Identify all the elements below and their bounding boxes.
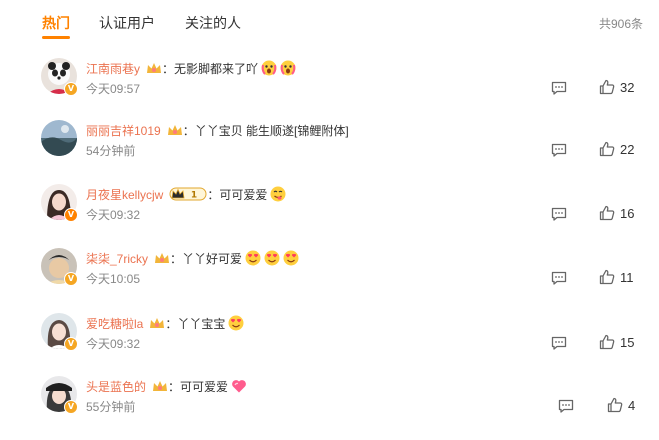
like-button[interactable]: 15: [599, 333, 634, 351]
comment-item: V 头是蓝色的 ：可可爱爱 55分钟前 4: [0, 376, 659, 440]
comment-time: 今天09:57: [86, 82, 141, 96]
comment-time: 今天09:32: [86, 208, 141, 222]
avatar[interactable]: V: [41, 184, 78, 222]
heart-eyes-emoji-icon: [228, 315, 244, 331]
username-link[interactable]: 丽丽吉祥1019: [86, 122, 161, 139]
comment-tabs: 热门 认证用户 关注的人 共906条: [0, 0, 659, 44]
comment-text: ：可可爱爱: [168, 379, 229, 394]
like-button[interactable]: 32: [599, 78, 634, 96]
scream-emoji-icon: [280, 60, 296, 76]
comment-text: ：丫丫好可爱: [170, 251, 243, 266]
active-tab-indicator: [42, 36, 70, 39]
reply-icon[interactable]: [551, 335, 567, 351]
username-link[interactable]: 头是蓝色的: [86, 378, 146, 395]
comment-item: V 爱吃糖啦la ：丫丫宝宝 今天09:32 15: [0, 313, 659, 377]
comment-total-count: 共906条: [598, 17, 643, 31]
verified-badge-icon: V: [64, 272, 78, 286]
comment-item: V 江南雨巷y ：无影脚都来了吖 今天09:57 32: [0, 58, 659, 122]
member-crown-icon: [150, 318, 165, 328]
heart-eyes-emoji-icon: [283, 250, 299, 266]
comment-text: ：丫丫宝贝 能生顺遂[锦鲤附体]: [182, 123, 349, 138]
reply-icon[interactable]: [551, 142, 567, 158]
member-crown-icon: [147, 63, 162, 73]
username-link[interactable]: 江南雨巷y: [86, 60, 140, 77]
avatar[interactable]: V: [41, 313, 78, 351]
verified-badge-icon: V: [64, 337, 78, 351]
like-count: 22: [620, 141, 635, 157]
avatar[interactable]: V: [41, 58, 78, 96]
member-crown-icon: [167, 125, 182, 135]
avatar[interactable]: V: [41, 376, 78, 414]
member-level-number: 1: [191, 191, 197, 201]
avatar[interactable]: V: [41, 248, 78, 286]
reply-icon[interactable]: [558, 398, 574, 414]
username-link[interactable]: 爱吃糖啦la: [86, 315, 143, 332]
like-count: 11: [620, 269, 634, 285]
member-level-badge-icon: 1: [169, 187, 207, 201]
heart-eyes-emoji-icon: [264, 250, 280, 266]
like-button[interactable]: 16: [599, 204, 634, 222]
heart-eyes-emoji-icon: [245, 250, 261, 266]
scream-emoji-icon: [261, 60, 277, 76]
comment-text: ：可可爱爱: [207, 187, 268, 202]
tab-hot[interactable]: 热门: [42, 13, 70, 33]
like-count: 4: [628, 397, 636, 413]
thumbs-up-icon: [599, 269, 615, 285]
like-button[interactable]: 22: [599, 140, 634, 158]
like-button[interactable]: 4: [607, 396, 635, 414]
comment-time: 54分钟前: [86, 144, 136, 158]
verified-badge-icon: V: [64, 82, 78, 96]
comment-text: ：无影脚都来了吖: [162, 61, 259, 76]
yummy-emoji-icon: [270, 186, 286, 202]
member-crown-icon: [155, 253, 170, 263]
comment-time: 55分钟前: [86, 400, 136, 414]
comment-item: V 月夜星kellycjw 1 ：可可爱爱 今天09:32 16: [0, 184, 659, 248]
comment-text: ：丫丫宝宝: [165, 316, 226, 331]
tab-verified-users[interactable]: 认证用户: [99, 13, 155, 33]
comment-time: 今天09:32: [86, 337, 141, 351]
tab-following[interactable]: 关注的人: [185, 13, 241, 33]
avatar[interactable]: [41, 120, 77, 156]
like-button[interactable]: 11: [599, 268, 634, 286]
thumbs-up-icon: [599, 334, 615, 350]
comment-time: 今天10:05: [86, 272, 141, 286]
thumbs-up-icon: [599, 205, 615, 221]
verified-badge-icon: V: [64, 208, 78, 222]
comment-item: 丽丽吉祥1019 ：丫丫宝贝 能生顺遂[锦鲤附体] 54分钟前 22: [0, 120, 659, 184]
username-link[interactable]: 柒柒_7ricky: [86, 250, 148, 267]
reply-icon[interactable]: [551, 270, 567, 286]
reply-icon[interactable]: [551, 80, 567, 96]
comment-item: V 柒柒_7ricky ：丫丫好可爱 今天10:05 11: [0, 248, 659, 312]
like-count: 16: [620, 205, 635, 221]
thumbs-up-icon: [599, 79, 615, 95]
thumbs-up-icon: [599, 141, 615, 157]
verified-badge-icon: V: [64, 400, 78, 414]
like-count: 15: [620, 334, 635, 350]
thumbs-up-icon: [607, 397, 623, 413]
reply-icon[interactable]: [551, 206, 567, 222]
like-count: 32: [620, 79, 635, 95]
heart-emoji-icon: [232, 380, 246, 393]
member-crown-icon: [153, 381, 168, 391]
username-link[interactable]: 月夜星kellycjw: [86, 186, 163, 203]
